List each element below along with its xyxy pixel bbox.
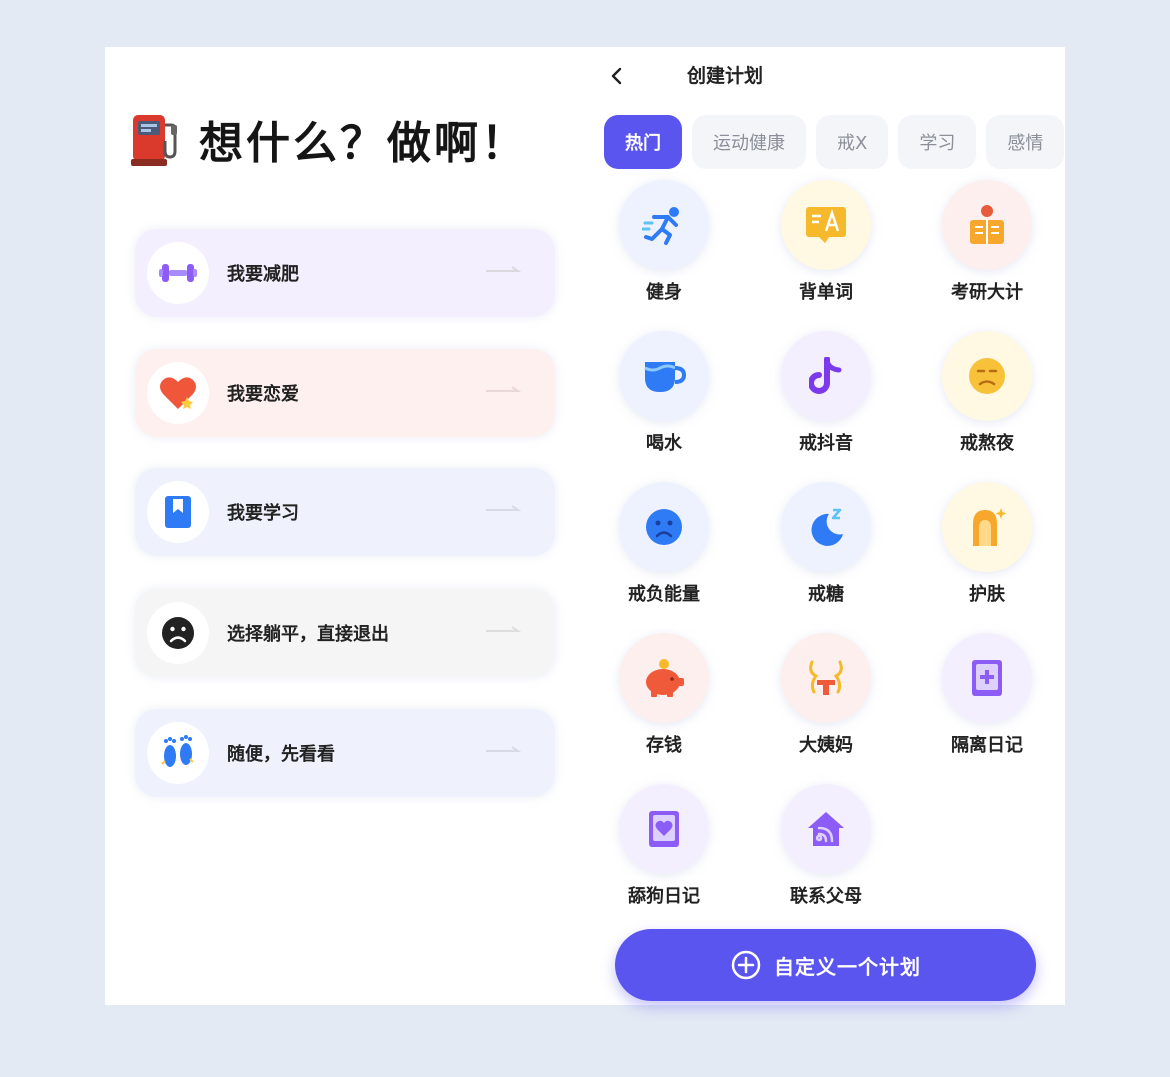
arrow-right-icon <box>486 505 521 511</box>
plan-drink-water[interactable]: 喝水 <box>599 331 729 455</box>
plan-period[interactable]: 大姨妈 <box>761 633 891 757</box>
sad-face-icon <box>619 482 709 572</box>
cup-icon <box>619 331 709 421</box>
option-label: 随便，先看看 <box>227 744 335 765</box>
plan-fitness[interactable]: 健身 <box>599 180 729 304</box>
tab-study[interactable]: 学习 <box>898 115 977 169</box>
category-tabs: 热门 运动健康 戒X 学习 感情 <box>604 115 1065 171</box>
option-just-browse[interactable]: 随便，先看看 <box>135 709 555 797</box>
uterus-icon <box>781 633 871 723</box>
heart-book-icon <box>619 784 709 874</box>
medical-book-icon <box>942 633 1032 723</box>
plan-simp-diary[interactable]: 舔狗日记 <box>599 784 729 908</box>
fuel-pump-icon <box>131 111 183 167</box>
translate-icon <box>781 180 871 270</box>
plan-quarantine-diary[interactable]: 隔离日记 <box>922 633 1052 757</box>
arrow-right-icon <box>486 386 521 392</box>
tiktok-icon <box>781 331 871 421</box>
hero: 想什么？做啊！ <box>131 109 528 169</box>
home-wifi-icon <box>781 784 871 874</box>
exam-desk-icon <box>942 180 1032 270</box>
plus-circle-icon <box>731 950 761 980</box>
option-lie-flat-exit[interactable]: 选择躺平，直接退出 <box>135 589 555 677</box>
arrow-right-icon <box>486 746 521 752</box>
page-title: 创建计划 <box>686 65 763 87</box>
option-label: 我要减肥 <box>227 264 299 285</box>
plan-quit-sugar[interactable]: 戒糖 <box>761 482 891 606</box>
plan-grad-exam[interactable]: 考研大计 <box>922 180 1052 304</box>
custom-plan-label: 自定义一个计划 <box>774 954 921 979</box>
tab-quit-x[interactable]: 戒X <box>816 115 889 169</box>
footprints-icon <box>147 722 209 784</box>
screenshot-card: 想什么？做啊！ 我要减肥 我要恋爱 我要学习 选择躺平，直接退出 随便，先看看 … <box>105 47 1065 1005</box>
running-icon <box>619 180 709 270</box>
plan-quit-douyin[interactable]: 戒抖音 <box>761 331 891 455</box>
bookmark-book-icon <box>147 481 209 543</box>
option-label: 选择躺平，直接退出 <box>227 624 389 645</box>
create-custom-plan-button[interactable]: 自定义一个计划 <box>615 929 1036 1001</box>
heart-icon <box>147 362 209 424</box>
tab-hot[interactable]: 热门 <box>604 115 682 169</box>
option-label: 我要学习 <box>227 503 299 524</box>
tab-relationship[interactable]: 感情 <box>986 115 1065 169</box>
option-study[interactable]: 我要学习 <box>135 468 555 556</box>
option-lose-weight[interactable]: 我要减肥 <box>135 229 555 317</box>
skincare-icon <box>942 482 1032 572</box>
plan-save-money[interactable]: 存钱 <box>599 633 729 757</box>
tab-sports-health[interactable]: 运动健康 <box>692 115 806 169</box>
plan-vocabulary[interactable]: 背单词 <box>761 180 891 304</box>
tired-face-icon <box>942 331 1032 421</box>
hero-title: 想什么？做啊！ <box>199 118 528 169</box>
arrow-right-icon <box>486 626 521 632</box>
sad-face-icon <box>147 602 209 664</box>
plan-skincare[interactable]: 护肤 <box>922 482 1052 606</box>
plan-quit-staying-up[interactable]: 戒熬夜 <box>922 331 1052 455</box>
plan-quit-negativity[interactable]: 戒负能量 <box>599 482 729 606</box>
arrow-right-icon <box>486 266 521 272</box>
plan-contact-parents[interactable]: 联系父母 <box>761 784 891 908</box>
moon-sleep-icon <box>781 482 871 572</box>
piggy-bank-icon <box>619 633 709 723</box>
option-love[interactable]: 我要恋爱 <box>135 349 555 437</box>
back-icon[interactable] <box>607 65 627 87</box>
option-label: 我要恋爱 <box>227 384 299 405</box>
dumbbell-icon <box>147 242 209 304</box>
